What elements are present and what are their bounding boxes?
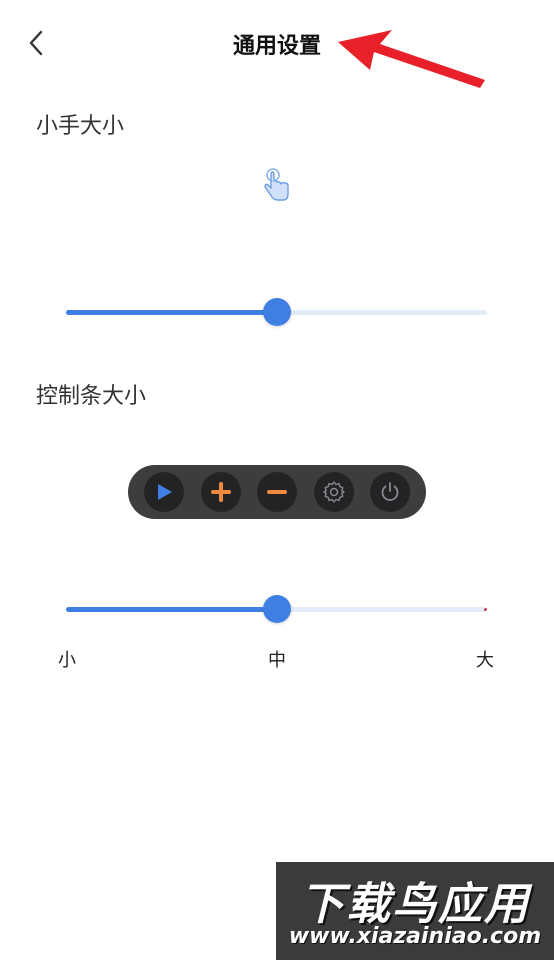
hand-size-label: 小手大小 <box>36 114 125 139</box>
watermark-brand: 下载鸟应用 <box>300 879 530 930</box>
slider-thumb[interactable] <box>262 595 291 623</box>
control-bar-size-slider[interactable] <box>66 594 487 624</box>
play-icon <box>158 484 172 500</box>
plus-icon <box>210 482 231 502</box>
minus-icon <box>267 490 287 494</box>
play-button[interactable] <box>144 472 184 512</box>
watermark: 下载鸟应用 www.xiazainiao.com <box>276 862 554 960</box>
minus-button[interactable] <box>257 472 297 512</box>
slider-thumb[interactable] <box>262 298 291 326</box>
scale-label-small: 小 <box>58 650 76 671</box>
hand-size-slider[interactable] <box>66 297 487 327</box>
control-bar-size-label: 控制条大小 <box>36 384 147 409</box>
watermark-url: www.xiazainiao.com <box>288 924 542 949</box>
gear-icon <box>322 481 345 503</box>
plus-button[interactable] <box>200 472 241 512</box>
slider-fill <box>66 607 277 612</box>
scale-label-medium: 中 <box>268 650 286 671</box>
pointer-hand-icon <box>264 168 289 201</box>
header: 通用设置 <box>0 0 554 88</box>
scale-label-large: 大 <box>476 650 494 671</box>
annotation-arrow-icon <box>338 30 485 88</box>
power-button[interactable] <box>370 472 410 512</box>
slider-end-dot <box>484 608 487 611</box>
settings-button[interactable] <box>313 472 354 512</box>
slider-fill <box>66 310 277 315</box>
power-icon <box>381 482 399 501</box>
control-bar-preview <box>128 465 426 519</box>
